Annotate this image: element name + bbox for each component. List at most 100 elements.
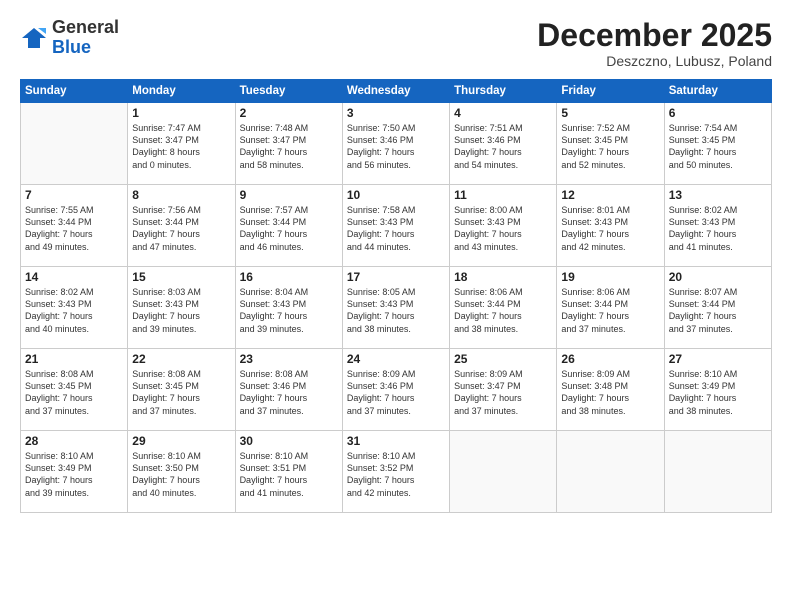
logo-icon — [20, 24, 48, 52]
day-info: Sunrise: 8:09 AMSunset: 3:47 PMDaylight:… — [454, 368, 552, 417]
calendar-cell — [557, 431, 664, 513]
calendar-cell: 20 Sunrise: 8:07 AMSunset: 3:44 PMDayligh… — [664, 267, 771, 349]
day-info: Sunrise: 7:48 AMSunset: 3:47 PMDaylight:… — [240, 122, 338, 171]
day-number: 15 — [132, 270, 230, 284]
header-thursday: Thursday — [450, 80, 557, 103]
calendar-cell: 22 Sunrise: 8:08 AMSunset: 3:45 PMDayligh… — [128, 349, 235, 431]
day-info: Sunrise: 7:56 AMSunset: 3:44 PMDaylight:… — [132, 204, 230, 253]
day-number: 4 — [454, 106, 552, 120]
logo-text: General Blue — [52, 18, 119, 58]
day-number: 2 — [240, 106, 338, 120]
header-wednesday: Wednesday — [342, 80, 449, 103]
header-friday: Friday — [557, 80, 664, 103]
calendar-cell: 4 Sunrise: 7:51 AMSunset: 3:46 PMDaylight… — [450, 103, 557, 185]
day-info: Sunrise: 7:47 AMSunset: 3:47 PMDaylight:… — [132, 122, 230, 171]
day-info: Sunrise: 7:57 AMSunset: 3:44 PMDaylight:… — [240, 204, 338, 253]
day-number: 8 — [132, 188, 230, 202]
day-number: 21 — [25, 352, 123, 366]
day-info: Sunrise: 7:55 AMSunset: 3:44 PMDaylight:… — [25, 204, 123, 253]
day-number: 6 — [669, 106, 767, 120]
calendar-cell: 10 Sunrise: 7:58 AMSunset: 3:43 PMDayligh… — [342, 185, 449, 267]
day-number: 20 — [669, 270, 767, 284]
day-number: 19 — [561, 270, 659, 284]
day-info: Sunrise: 8:09 AMSunset: 3:48 PMDaylight:… — [561, 368, 659, 417]
day-info: Sunrise: 8:06 AMSunset: 3:44 PMDaylight:… — [561, 286, 659, 335]
day-info: Sunrise: 8:10 AMSunset: 3:49 PMDaylight:… — [25, 450, 123, 499]
day-info: Sunrise: 7:54 AMSunset: 3:45 PMDaylight:… — [669, 122, 767, 171]
day-info: Sunrise: 8:06 AMSunset: 3:44 PMDaylight:… — [454, 286, 552, 335]
calendar-cell: 14 Sunrise: 8:02 AMSunset: 3:43 PMDayligh… — [21, 267, 128, 349]
day-number: 26 — [561, 352, 659, 366]
day-info: Sunrise: 8:00 AMSunset: 3:43 PMDaylight:… — [454, 204, 552, 253]
calendar-cell: 28 Sunrise: 8:10 AMSunset: 3:49 PMDayligh… — [21, 431, 128, 513]
day-number: 1 — [132, 106, 230, 120]
day-number: 14 — [25, 270, 123, 284]
calendar-cell: 16Sunrise: 8:04 AMSunset: 3:43 PMDayligh… — [235, 267, 342, 349]
calendar-cell: 19 Sunrise: 8:06 AMSunset: 3:44 PMDayligh… — [557, 267, 664, 349]
day-info: Sunrise: 8:10 AMSunset: 3:52 PMDaylight:… — [347, 450, 445, 499]
header-saturday: Saturday — [664, 80, 771, 103]
calendar-cell: 5 Sunrise: 7:52 AMSunset: 3:45 PMDaylight… — [557, 103, 664, 185]
calendar-cell: 23Sunrise: 8:08 AMSunset: 3:46 PMDayligh… — [235, 349, 342, 431]
calendar-cell: 25 Sunrise: 8:09 AMSunset: 3:47 PMDayligh… — [450, 349, 557, 431]
calendar-cell: 3Sunrise: 7:50 AMSunset: 3:46 PMDaylight… — [342, 103, 449, 185]
calendar-cell: 27 Sunrise: 8:10 AMSunset: 3:49 PMDayligh… — [664, 349, 771, 431]
day-info: Sunrise: 8:10 AMSunset: 3:51 PMDaylight:… — [240, 450, 338, 499]
day-number: 12 — [561, 188, 659, 202]
day-info: Sunrise: 8:04 AMSunset: 3:43 PMDaylight:… — [240, 286, 338, 335]
calendar-cell: 17 Sunrise: 8:05 AMSunset: 3:43 PMDayligh… — [342, 267, 449, 349]
day-info: Sunrise: 8:10 AMSunset: 3:49 PMDaylight:… — [669, 368, 767, 417]
day-number: 17 — [347, 270, 445, 284]
calendar-cell: 15 Sunrise: 8:03 AMSunset: 3:43 PMDayligh… — [128, 267, 235, 349]
header-monday: Monday — [128, 80, 235, 103]
calendar-cell: 18Sunrise: 8:06 AMSunset: 3:44 PMDayligh… — [450, 267, 557, 349]
calendar-subtitle: Deszczno, Lubusz, Poland — [537, 53, 772, 69]
day-info: Sunrise: 8:08 AMSunset: 3:45 PMDaylight:… — [132, 368, 230, 417]
calendar-cell: 1 Sunrise: 7:47 AMSunset: 3:47 PMDaylight… — [128, 103, 235, 185]
day-info: Sunrise: 8:03 AMSunset: 3:43 PMDaylight:… — [132, 286, 230, 335]
day-number: 24 — [347, 352, 445, 366]
calendar-row-3: 21 Sunrise: 8:08 AMSunset: 3:45 PMDayligh… — [21, 349, 772, 431]
calendar-title: December 2025 — [537, 18, 772, 53]
header-sunday: Sunday — [21, 80, 128, 103]
day-info: Sunrise: 8:08 AMSunset: 3:45 PMDaylight:… — [25, 368, 123, 417]
calendar-cell: 30Sunrise: 8:10 AMSunset: 3:51 PMDayligh… — [235, 431, 342, 513]
calendar-cell: 9 Sunrise: 7:57 AMSunset: 3:44 PMDaylight… — [235, 185, 342, 267]
title-block: December 2025 Deszczno, Lubusz, Poland — [537, 18, 772, 69]
day-number: 13 — [669, 188, 767, 202]
page-header: General Blue December 2025 Deszczno, Lub… — [20, 18, 772, 69]
calendar-cell: 7 Sunrise: 7:55 AMSunset: 3:44 PMDaylight… — [21, 185, 128, 267]
day-info: Sunrise: 8:07 AMSunset: 3:44 PMDaylight:… — [669, 286, 767, 335]
day-number: 25 — [454, 352, 552, 366]
calendar-cell — [664, 431, 771, 513]
calendar-cell: 2 Sunrise: 7:48 AMSunset: 3:47 PMDaylight… — [235, 103, 342, 185]
day-number: 22 — [132, 352, 230, 366]
day-info: Sunrise: 8:05 AMSunset: 3:43 PMDaylight:… — [347, 286, 445, 335]
calendar-row-0: 1 Sunrise: 7:47 AMSunset: 3:47 PMDaylight… — [21, 103, 772, 185]
calendar-row-4: 28 Sunrise: 8:10 AMSunset: 3:49 PMDayligh… — [21, 431, 772, 513]
calendar-cell: 8 Sunrise: 7:56 AMSunset: 3:44 PMDaylight… — [128, 185, 235, 267]
day-number: 29 — [132, 434, 230, 448]
day-info: Sunrise: 8:10 AMSunset: 3:50 PMDaylight:… — [132, 450, 230, 499]
day-info: Sunrise: 7:52 AMSunset: 3:45 PMDaylight:… — [561, 122, 659, 171]
calendar-row-2: 14 Sunrise: 8:02 AMSunset: 3:43 PMDayligh… — [21, 267, 772, 349]
logo: General Blue — [20, 18, 119, 58]
calendar-row-1: 7 Sunrise: 7:55 AMSunset: 3:44 PMDaylight… — [21, 185, 772, 267]
day-info: Sunrise: 8:01 AMSunset: 3:43 PMDaylight:… — [561, 204, 659, 253]
day-number: 9 — [240, 188, 338, 202]
day-info: Sunrise: 7:51 AMSunset: 3:46 PMDaylight:… — [454, 122, 552, 171]
calendar-cell: 26 Sunrise: 8:09 AMSunset: 3:48 PMDayligh… — [557, 349, 664, 431]
calendar-cell: 12 Sunrise: 8:01 AMSunset: 3:43 PMDayligh… — [557, 185, 664, 267]
day-number: 7 — [25, 188, 123, 202]
day-number: 11 — [454, 188, 552, 202]
day-number: 27 — [669, 352, 767, 366]
day-number: 28 — [25, 434, 123, 448]
day-info: Sunrise: 8:02 AMSunset: 3:43 PMDaylight:… — [25, 286, 123, 335]
day-info: Sunrise: 7:58 AMSunset: 3:43 PMDaylight:… — [347, 204, 445, 253]
day-number: 5 — [561, 106, 659, 120]
day-number: 10 — [347, 188, 445, 202]
header-tuesday: Tuesday — [235, 80, 342, 103]
day-info: Sunrise: 8:02 AMSunset: 3:43 PMDaylight:… — [669, 204, 767, 253]
day-number: 23 — [240, 352, 338, 366]
calendar-header-row: SundayMondayTuesdayWednesdayThursdayFrid… — [21, 80, 772, 103]
